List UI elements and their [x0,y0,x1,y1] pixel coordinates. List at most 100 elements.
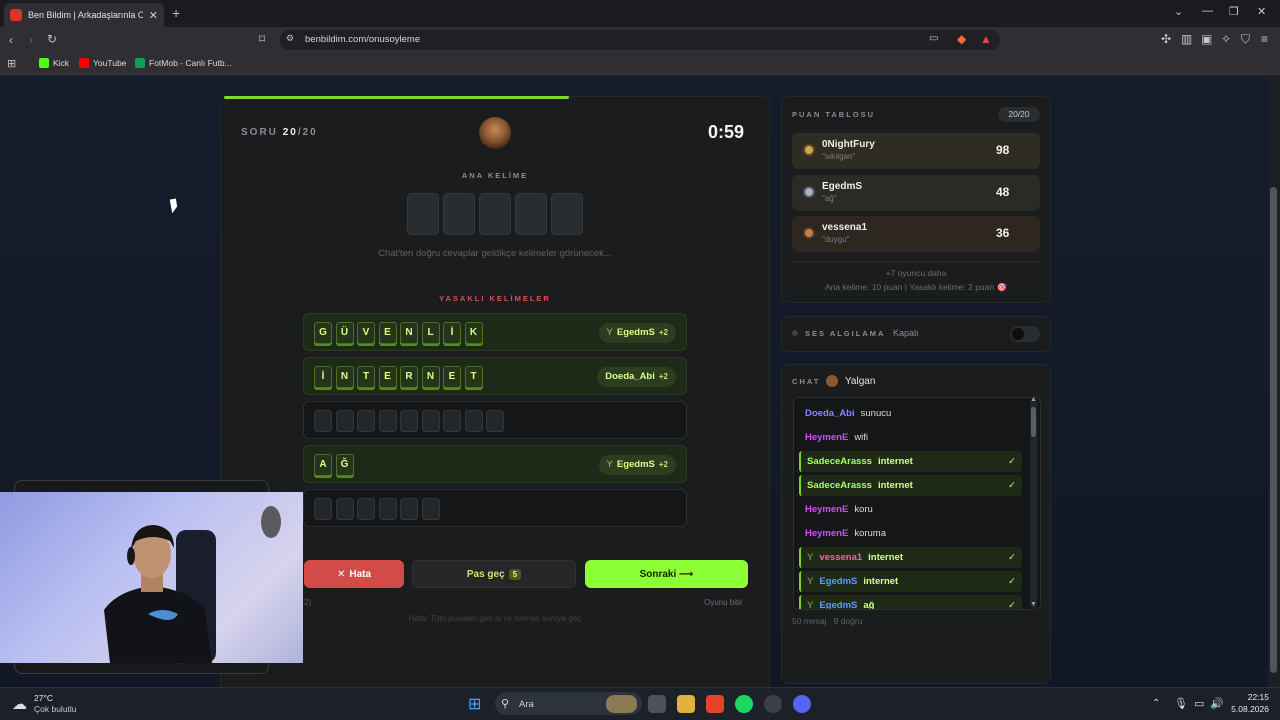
forbidden-word-row [303,401,687,439]
cast-icon[interactable]: ▭ [929,33,938,44]
narrator-avatar [479,117,511,149]
chat-message: HeymenE koru [799,499,1022,520]
letter-tile: G [314,322,332,344]
task-view-icon[interactable] [648,695,666,713]
menu-icon[interactable]: ≡ [1261,32,1268,46]
main-word-letter-box [407,193,439,235]
skip-button[interactable]: Pas geç 5 [412,560,576,588]
site-info-icon[interactable]: ⚙ [286,33,294,44]
clock-date[interactable]: 5.08.2026 [1222,704,1269,714]
gold-medal-icon [803,144,815,156]
error-help-note: Hata: Tüm puanları geri al ve sonraki so… [408,614,582,623]
letter-tile [443,410,461,432]
letter-tile: L [421,322,440,344]
leo-ai-icon[interactable]: ✧ [1221,32,1231,46]
points-gained: +2 [658,372,668,381]
forbidden-word-row: A Ğ Y EgedmS +2 [303,445,687,483]
webcam-figure [104,506,281,663]
chat-username: SadeceArasss [807,456,872,467]
app-icon[interactable] [764,695,782,713]
extensions-icon[interactable]: ✣ [1161,32,1171,46]
search-text[interactable]: Ara [519,699,534,710]
chat-message: SadeceArasss internet ✓ [799,475,1022,496]
browser-tab[interactable]: Ben Bildim | Arkadaşlarınla Onlin ✕ [4,3,164,27]
spotify-icon[interactable] [735,695,753,713]
badge-y-icon: Y [606,459,613,470]
letter-tile: Ğ [335,454,354,476]
tab-title: Ben Bildim | Arkadaşlarınla Onlin [28,10,143,20]
chat-text: wifi [854,432,869,443]
bookmark-youtube[interactable]: YouTube [79,58,126,68]
brave-browser-icon[interactable] [706,695,724,713]
end-game-link[interactable]: Oyunu bitir [704,598,743,607]
letter-tile: E [378,322,397,344]
bookmark-fotmob[interactable]: FotMob - Canlı Futb... [135,58,232,68]
microphone-icon[interactable]: 🎙 [1174,697,1188,710]
chat-username: vessena1 [819,552,863,563]
status-dot-icon [792,330,798,336]
tab-list-chevron-icon[interactable]: ⌄ [1174,5,1183,18]
score-row: vessena1 "duygu" 36 [792,216,1040,252]
letter-tile [335,410,354,432]
file-explorer-icon[interactable] [677,695,695,713]
brave-rewards-icon[interactable]: ▲ [980,32,992,46]
display-icon[interactable]: ▭ [1194,697,1204,710]
chat-text: ağ [863,600,875,610]
kick-icon [39,58,49,68]
letter-tile: T [464,366,483,388]
discord-icon[interactable] [793,695,811,713]
chat-stats: 50 mesaj 9 doğru [792,616,863,626]
question-counter: SORU 20/20 [241,127,318,138]
close-window-icon[interactable]: ✕ [1257,5,1266,18]
guesser-name: Doeda_Abi [605,371,655,382]
maximize-icon[interactable]: ❐ [1229,5,1239,18]
next-button[interactable]: Sonraki ⟶ [585,560,748,588]
back-icon[interactable]: ‹ [9,33,13,47]
bookmark-kick[interactable]: Kick [39,58,69,68]
vpn-icon[interactable]: ⛉ [1241,32,1250,47]
scroll-down-icon[interactable]: ▼ [1030,601,1037,608]
sidebar-icon[interactable]: ▥ [1181,32,1192,46]
weather-desc[interactable]: Çok bulutlu [34,704,77,714]
chat-message-list[interactable]: Doeda_Abi sunucu HeymenE wifi SadeceArasss in… [793,397,1041,610]
chat-message: HeymenE wifi [799,427,1022,448]
tray-chevron-icon[interactable]: ⌃ [1152,698,1160,709]
score-row: 0NightFury "sıkılgan" 98 [792,133,1040,169]
scrollbar-thumb[interactable] [1270,187,1277,673]
letter-tile: E [443,366,461,388]
wallet-icon[interactable]: ▣ [1201,32,1212,46]
voice-toggle[interactable] [1010,326,1040,342]
divider [792,261,1040,262]
letter-tile: V [357,322,375,344]
chat-scrollbar[interactable] [1030,399,1037,608]
letter-tile [400,498,418,520]
bookmark-icon[interactable]: ⌑ [259,32,265,46]
windows-start-icon[interactable]: ⊞ [468,694,481,714]
letter-tile [378,498,397,520]
page-scrollbar[interactable] [1268,75,1280,687]
close-tab-icon[interactable]: ✕ [149,9,158,22]
chat-username: HeymenE [805,504,849,515]
letter-tile: R [400,366,418,388]
letter-tile [357,410,375,432]
scoreboard-label: PUAN TABLOSU [792,110,876,119]
apps-grid-icon[interactable]: ⊞ [7,57,16,70]
brave-shield-icon[interactable]: ◆ [957,32,966,46]
minimize-icon[interactable]: — [1202,5,1213,17]
letter-tile [314,410,332,432]
points-gained: +2 [658,328,668,337]
chat-username: Doeda_Abi [805,408,855,419]
letter-tile: T [357,366,375,388]
error-button[interactable]: ✕ Hata [304,560,404,588]
new-tab-button[interactable]: + [172,5,180,21]
clock-time[interactable]: 22:15 [1233,692,1269,702]
forward-icon[interactable]: › [29,33,33,47]
weather-temp[interactable]: 27°C [34,693,53,703]
letter-tile: İ [314,366,332,388]
weather-icon[interactable]: ☁ [12,695,27,713]
voice-state: Kapalı [893,328,919,338]
chat-scroll-thumb[interactable] [1031,407,1036,437]
scroll-up-icon[interactable]: ▲ [1030,396,1037,403]
reload-icon[interactable]: ↻ [47,32,57,46]
url-text[interactable]: benbildim.com/onusoyleme [305,34,420,45]
